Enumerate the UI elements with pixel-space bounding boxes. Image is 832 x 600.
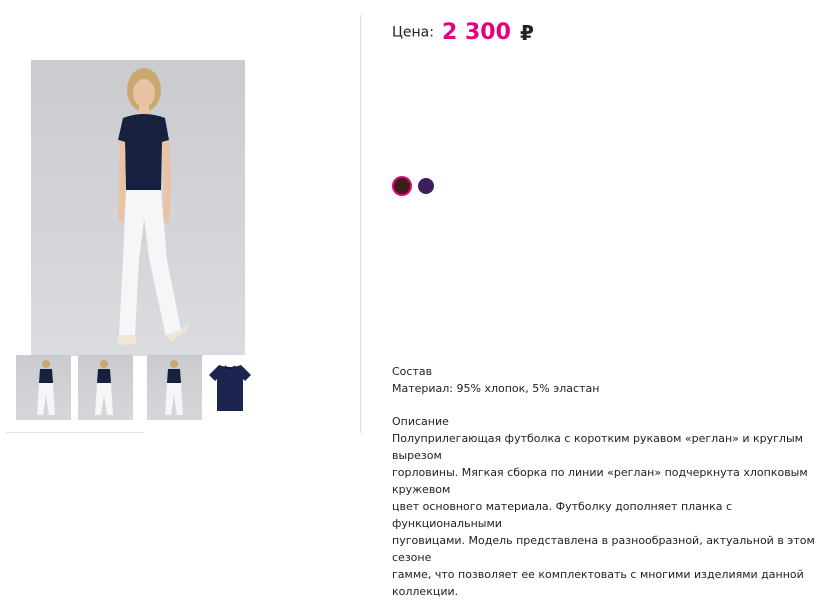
color-swatch-purple[interactable] <box>418 178 434 194</box>
thumbnail-strip <box>16 355 264 420</box>
main-product-photo[interactable] <box>31 60 245 356</box>
thumbnail-3[interactable] <box>147 355 202 420</box>
divider-left <box>6 432 144 433</box>
thumbnail-4[interactable] <box>203 355 258 420</box>
composition-material: Материал: 95% хлопок, 5% эластан <box>392 382 600 395</box>
description-line: пуговицами. Модель представлена в разноо… <box>392 534 815 564</box>
description-line: Полуприлегающая футболка с коротким рука… <box>392 432 803 462</box>
thumbnail-2[interactable] <box>78 355 133 420</box>
ruble-icon: ₽ <box>520 20 534 45</box>
description-line: гамме, что позволяет ее комплектовать с … <box>392 568 804 598</box>
description-title: Описание <box>392 415 449 428</box>
thumbnail-2-image <box>95 360 113 415</box>
product-info: Состав Материал: 95% хлопок, 5% эластан … <box>392 363 822 600</box>
description-line: цвет основного материала. Футболку допол… <box>392 500 733 530</box>
color-swatch-brown[interactable] <box>394 178 410 194</box>
price-label: Цена: <box>392 24 434 41</box>
description-line: горловины. Мягкая сборка по линии «регла… <box>392 466 808 496</box>
thumbnail-3-image <box>165 360 183 415</box>
thumbnail-1-image <box>37 360 55 415</box>
thumbnail-4-tshirt-image <box>209 365 251 411</box>
thumbnail-1[interactable] <box>16 355 71 420</box>
divider-vertical <box>360 15 361 433</box>
price-value: 2 300 <box>442 20 511 45</box>
model-figure <box>117 68 189 345</box>
price-block: Цена: 2 300 ₽ <box>392 20 534 45</box>
composition-title: Состав <box>392 365 433 378</box>
